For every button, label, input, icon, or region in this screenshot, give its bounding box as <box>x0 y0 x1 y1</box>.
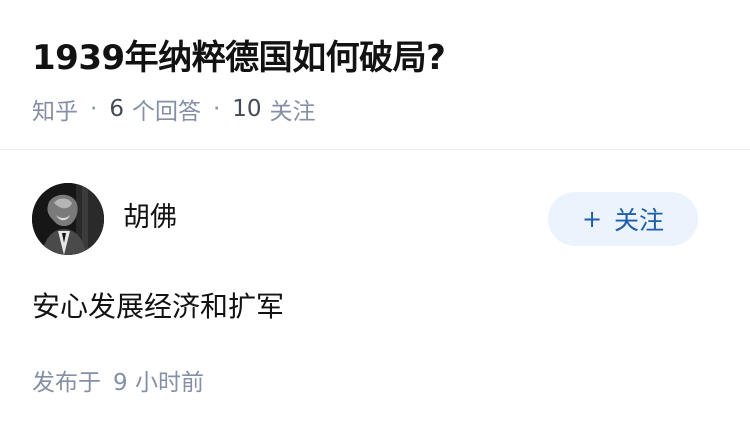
publish-time-value: 9 小时前 <box>113 370 204 396</box>
question-title[interactable]: 1939年纳粹德国如何破局? <box>32 34 446 82</box>
answer-page: 1939年纳粹德国如何破局? 知乎 · 6 个回答 · 10 关注 胡佛 + 关… <box>0 0 750 434</box>
meta-separator: · <box>212 96 221 122</box>
question-header: 1939年纳粹德国如何破局? 知乎 · 6 个回答 · 10 关注 <box>0 0 750 150</box>
answer-author-row: 胡佛 + 关注 <box>32 183 698 257</box>
answer-count: 6 <box>109 96 124 122</box>
answer-content[interactable]: 安心发展经济和扩军 <box>32 287 284 327</box>
avatar-portrait-icon <box>32 183 104 255</box>
author-name[interactable]: 胡佛 <box>123 199 177 237</box>
follower-count-label: 关注 <box>269 99 316 125</box>
answer-count-label[interactable]: 个回答 <box>132 92 201 126</box>
plus-icon: + <box>581 205 603 233</box>
meta-separator: · <box>90 96 98 122</box>
source-label[interactable]: 知乎 <box>32 92 78 126</box>
publish-prefix: 发布于 <box>32 370 101 396</box>
follow-button[interactable]: + 关注 <box>548 192 698 246</box>
follower-count: 10 <box>232 96 262 122</box>
follow-button-label: 关注 <box>614 206 665 235</box>
avatar[interactable] <box>32 183 104 255</box>
question-meta: 知乎 · 6 个回答 · 10 关注 <box>32 92 316 126</box>
publish-time: 发布于 9 小时前 <box>32 366 204 400</box>
